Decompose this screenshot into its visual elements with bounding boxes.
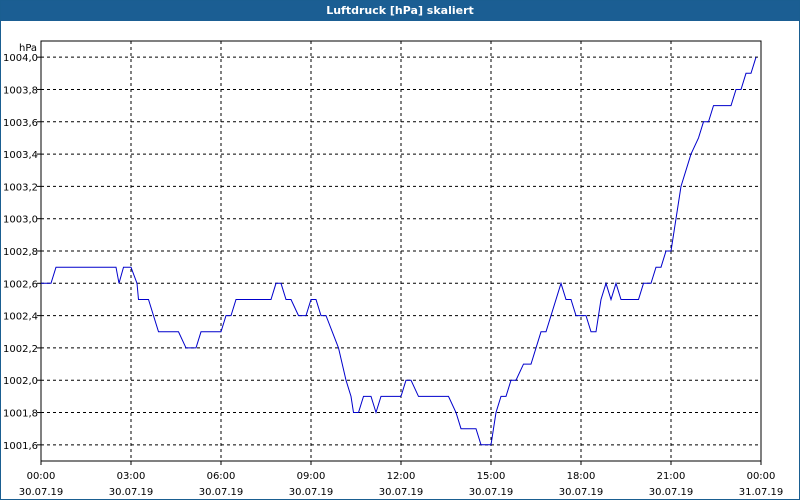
- x-tick-time-label: 12:00: [387, 471, 416, 482]
- x-tick-date-label: 30.07.19: [559, 487, 604, 498]
- chart-plot: 1001,6 1001,8 1002,0 1002,2 1002,4 1002,6 1002…: [3, 40, 784, 498]
- x-tick-time-label: 03:00: [117, 471, 146, 482]
- x-tick-date-label: 31.07.19: [739, 487, 784, 498]
- x-axis: 00:00 30.07.19 03:00 30.07.19 06:00 30.07.19 0…: [19, 461, 784, 498]
- x-tick-date-label: 30.07.19: [19, 487, 64, 498]
- chart-window: Luftdruck [hPa] skaliert 1001,6 1001,8 100…: [0, 0, 800, 500]
- y-tick-label: 1003,2: [3, 182, 38, 193]
- x-tick-date-label: 30.07.19: [289, 487, 334, 498]
- y-tick-label: 1002,8: [3, 247, 38, 258]
- y-tick-label: 1001,8: [3, 409, 38, 420]
- y-tick-label: 1002,6: [3, 279, 38, 290]
- x-tick-time-label: 00:00: [27, 471, 56, 482]
- y-tick-label: 1003,8: [3, 85, 38, 96]
- x-tick-date-label: 30.07.19: [649, 487, 694, 498]
- y-tick-label: 1001,6: [3, 441, 38, 452]
- y-axis: 1001,6 1001,8 1002,0 1002,2 1002,4 1002,6 1002…: [3, 53, 41, 452]
- y-tick-label: 1003,4: [3, 150, 38, 161]
- x-tick-time-label: 06:00: [207, 471, 236, 482]
- y-tick-label: 1003,6: [3, 118, 38, 129]
- x-tick-date-label: 30.07.19: [469, 487, 514, 498]
- x-tick-time-label: 21:00: [657, 471, 686, 482]
- y-tick-label: 1004,0: [3, 53, 38, 64]
- y-tick-label: 1002,0: [3, 376, 38, 387]
- y-tick-label: 1003,0: [3, 215, 38, 226]
- x-tick-date-label: 30.07.19: [109, 487, 154, 498]
- x-tick-time-label: 15:00: [477, 471, 506, 482]
- x-tick-time-label: 18:00: [567, 471, 596, 482]
- x-tick-time-label: 00:00: [747, 471, 776, 482]
- y-tick-label: 1002,4: [3, 312, 38, 323]
- x-tick-date-label: 30.07.19: [379, 487, 424, 498]
- y-tick-label: 1002,2: [3, 344, 38, 355]
- x-tick-date-label: 30.07.19: [199, 487, 244, 498]
- x-tick-time-label: 09:00: [297, 471, 326, 482]
- y-axis-label: hPa: [19, 43, 37, 54]
